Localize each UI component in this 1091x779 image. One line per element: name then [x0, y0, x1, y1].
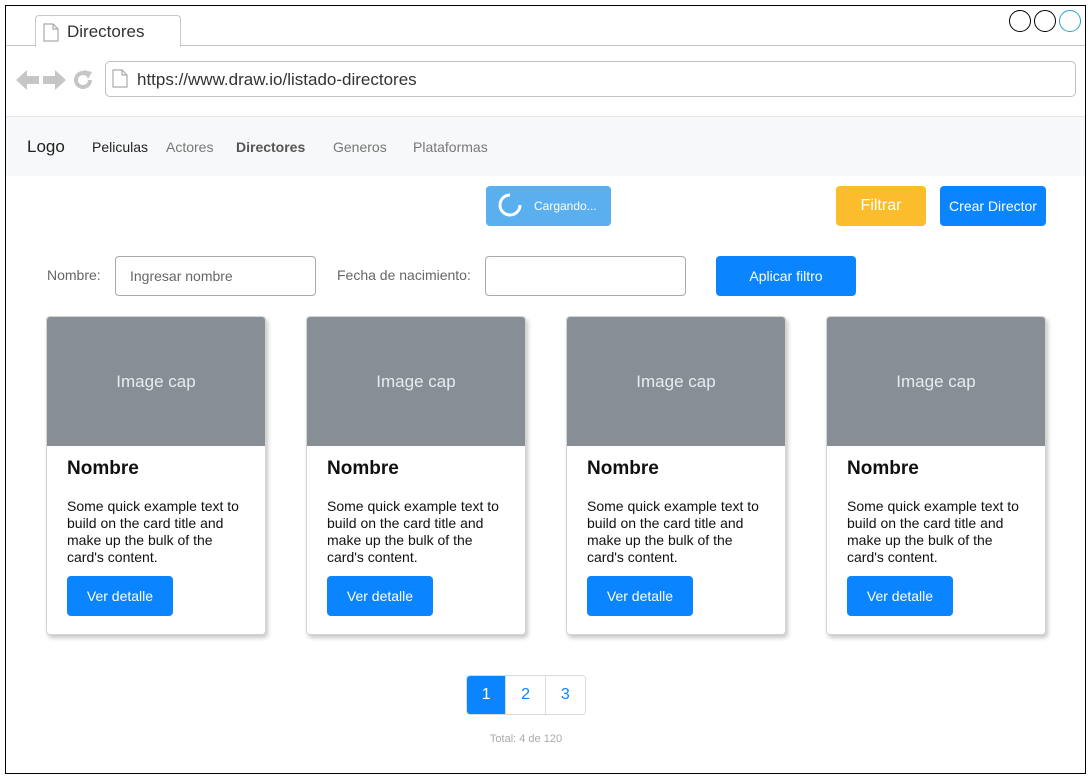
card-title: Nombre	[327, 458, 399, 479]
nav-controls	[16, 69, 94, 96]
loading-label: Cargando...	[534, 199, 597, 213]
page-3-button[interactable]: 3	[545, 676, 585, 714]
window-maximize-button[interactable]	[1034, 10, 1056, 32]
card-image-cap: Image cap	[827, 317, 1045, 446]
browser-tab[interactable]: Directores	[35, 15, 181, 47]
page-2-button[interactable]: 2	[506, 676, 546, 714]
reload-icon[interactable]	[72, 69, 94, 96]
card-title: Nombre	[847, 458, 919, 479]
address-row: https://www.draw.io/listado-directores	[6, 47, 1085, 115]
window-controls	[1009, 10, 1081, 32]
tab-title: Directores	[67, 22, 145, 41]
create-director-button[interactable]: Crear Director	[940, 186, 1046, 226]
birthdate-filter-input[interactable]	[485, 256, 686, 296]
view-detail-button[interactable]: Ver detalle	[67, 576, 173, 616]
browser-window: Directores https://www.draw.io/listado-d…	[5, 5, 1086, 774]
nav-link-directores[interactable]: Directores	[236, 139, 305, 155]
apply-filter-button[interactable]: Aplicar filtro	[716, 256, 856, 296]
card-title: Nombre	[67, 458, 139, 479]
director-card: Image cap Nombre Some quick example text…	[306, 316, 526, 635]
nav-link-generos[interactable]: Generos	[333, 139, 387, 155]
tab-strip: Directores	[6, 6, 1085, 47]
navbar: Logo Peliculas Actores Directores Genero…	[6, 116, 1085, 176]
card-text: Some quick example text to build on the …	[327, 498, 499, 565]
pagination: 1 2 3	[466, 675, 586, 715]
page-1-button[interactable]: 1	[467, 676, 507, 714]
forward-arrow-icon[interactable]	[42, 69, 66, 96]
nav-link-plataformas[interactable]: Plataformas	[413, 139, 488, 155]
card-text: Some quick example text to build on the …	[67, 498, 239, 565]
view-detail-button[interactable]: Ver detalle	[327, 576, 433, 616]
back-arrow-icon[interactable]	[16, 69, 40, 96]
logo[interactable]: Logo	[27, 137, 65, 157]
director-card: Image cap Nombre Some quick example text…	[566, 316, 786, 635]
name-filter-label: Nombre:	[47, 267, 101, 283]
director-card: Image cap Nombre Some quick example text…	[46, 316, 266, 635]
page-icon	[43, 23, 59, 47]
card-image-cap: Image cap	[307, 317, 525, 446]
spinner-icon	[498, 193, 522, 220]
birthdate-filter-label: Fecha de nacimiento:	[337, 267, 471, 283]
url-bar[interactable]: https://www.draw.io/listado-directores	[105, 61, 1076, 97]
nav-link-actores[interactable]: Actores	[166, 139, 213, 155]
name-filter-input[interactable]	[115, 256, 316, 296]
page-icon	[112, 69, 128, 93]
window-close-button[interactable]	[1059, 10, 1081, 32]
total-count: Total: 4 de 120	[489, 733, 563, 745]
director-card: Image cap Nombre Some quick example text…	[826, 316, 1046, 635]
nav-link-peliculas[interactable]: Peliculas	[92, 139, 148, 155]
card-image-cap: Image cap	[47, 317, 265, 446]
view-detail-button[interactable]: Ver detalle	[847, 576, 953, 616]
card-title: Nombre	[587, 458, 659, 479]
card-text: Some quick example text to build on the …	[847, 498, 1019, 565]
view-detail-button[interactable]: Ver detalle	[587, 576, 693, 616]
loading-button[interactable]: Cargando...	[486, 186, 611, 226]
filter-button[interactable]: Filtrar	[836, 186, 926, 226]
card-text: Some quick example text to build on the …	[587, 498, 759, 565]
url-text: https://www.draw.io/listado-directores	[137, 70, 417, 89]
window-minimize-button[interactable]	[1009, 10, 1031, 32]
card-image-cap: Image cap	[567, 317, 785, 446]
